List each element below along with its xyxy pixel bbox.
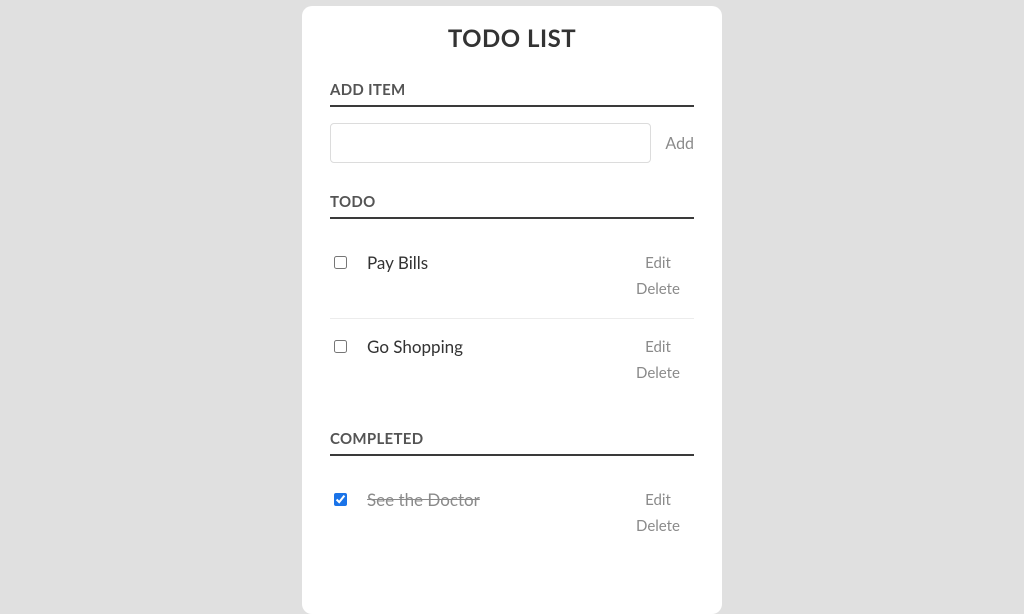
- completed-list: See the Doctor Edit Delete: [330, 472, 694, 555]
- todo-item: Go Shopping Edit Delete: [330, 319, 694, 402]
- completed-item: See the Doctor Edit Delete: [330, 472, 694, 555]
- add-button[interactable]: Add: [665, 134, 694, 153]
- page-title: TODO LIST: [330, 24, 694, 53]
- todo-checkbox[interactable]: [334, 340, 347, 353]
- todo-card: TODO LIST ADD ITEM Add TODO Pay Bills Ed…: [302, 6, 722, 614]
- todo-list: Pay Bills Edit Delete Go Shopping Edit D…: [330, 235, 694, 402]
- todo-item-actions: Edit Delete: [626, 335, 690, 386]
- edit-button[interactable]: Edit: [626, 335, 690, 361]
- add-item-header: ADD ITEM: [330, 81, 694, 107]
- todo-item: Pay Bills Edit Delete: [330, 235, 694, 319]
- completed-item-label: See the Doctor: [367, 488, 626, 510]
- edit-button[interactable]: Edit: [626, 251, 690, 277]
- new-item-input[interactable]: [330, 123, 651, 163]
- todo-item-label: Pay Bills: [367, 251, 626, 273]
- delete-button[interactable]: Delete: [626, 277, 690, 303]
- delete-button[interactable]: Delete: [626, 514, 690, 540]
- add-item-row: Add: [330, 123, 694, 163]
- todo-item-label: Go Shopping: [367, 335, 626, 357]
- completed-header: COMPLETED: [330, 430, 694, 456]
- todo-header: TODO: [330, 193, 694, 219]
- todo-item-actions: Edit Delete: [626, 251, 690, 302]
- completed-checkbox[interactable]: [334, 493, 347, 506]
- todo-checkbox[interactable]: [334, 256, 347, 269]
- delete-button[interactable]: Delete: [626, 361, 690, 387]
- completed-item-actions: Edit Delete: [626, 488, 690, 539]
- edit-button[interactable]: Edit: [626, 488, 690, 514]
